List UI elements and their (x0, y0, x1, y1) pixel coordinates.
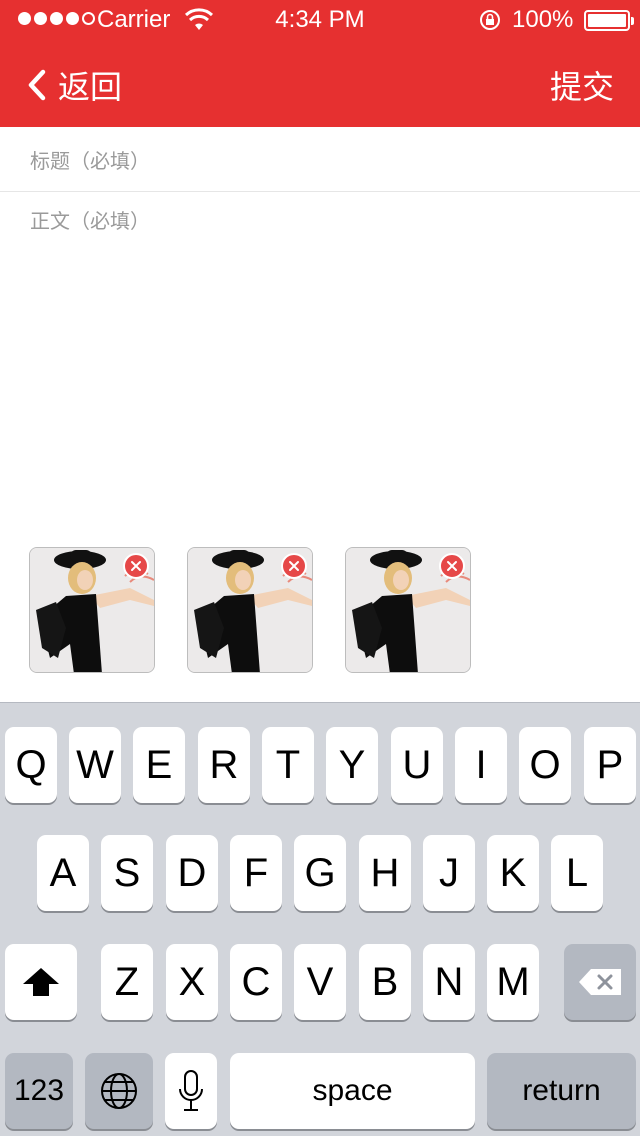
back-button[interactable]: 返回 (26, 62, 122, 108)
key-z[interactable]: Z (101, 944, 153, 1020)
status-bar: Carrier 4:34 PM 100% (0, 0, 640, 40)
microphone-icon (179, 1070, 203, 1111)
close-icon (447, 561, 457, 571)
key-e[interactable]: E (133, 727, 185, 803)
key-n[interactable]: N (423, 944, 475, 1020)
back-label: 返回 (58, 69, 123, 105)
key-j[interactable]: J (423, 835, 475, 911)
chevron-left-icon (28, 69, 46, 101)
attachment-thumbnail[interactable] (187, 547, 313, 673)
body-input[interactable] (30, 205, 610, 515)
title-field (0, 127, 640, 192)
key-x[interactable]: X (166, 944, 218, 1020)
key-h[interactable]: H (359, 835, 411, 911)
body-field (0, 193, 640, 533)
return-key[interactable]: return (487, 1053, 636, 1129)
close-icon (131, 561, 141, 571)
dictation-key[interactable] (165, 1053, 217, 1129)
battery-percentage: 100% (512, 6, 574, 33)
globe-key[interactable] (85, 1053, 153, 1129)
key-m[interactable]: M (487, 944, 539, 1020)
shift-icon (23, 968, 59, 996)
remove-attachment-button[interactable] (439, 553, 465, 579)
key-g[interactable]: G (294, 835, 346, 911)
shift-key[interactable] (5, 944, 77, 1020)
key-o[interactable]: O (519, 727, 571, 803)
title-input[interactable] (30, 145, 610, 177)
key-r[interactable]: R (198, 727, 250, 803)
key-y[interactable]: Y (326, 727, 378, 803)
key-u[interactable]: U (391, 727, 443, 803)
key-s[interactable]: S (101, 835, 153, 911)
submit-button[interactable]: 提交 (550, 62, 614, 108)
key-b[interactable]: B (359, 944, 411, 1020)
rotation-lock-icon (480, 10, 500, 30)
key-d[interactable]: D (166, 835, 218, 911)
key-p[interactable]: P (584, 727, 636, 803)
key-v[interactable]: V (294, 944, 346, 1020)
header: Carrier 4:34 PM 100% 返回 提交 (0, 0, 640, 127)
numbers-key[interactable]: 123 (5, 1053, 73, 1129)
remove-attachment-button[interactable] (123, 553, 149, 579)
backspace-key[interactable] (564, 944, 636, 1020)
key-l[interactable]: L (551, 835, 603, 911)
close-icon (289, 561, 299, 571)
attachment-thumbnail[interactable] (29, 547, 155, 673)
attachment-thumbnail[interactable] (345, 547, 471, 673)
key-q[interactable]: Q (5, 727, 57, 803)
remove-attachment-button[interactable] (281, 553, 307, 579)
key-f[interactable]: F (230, 835, 282, 911)
key-c[interactable]: C (230, 944, 282, 1020)
space-key[interactable]: space (230, 1053, 475, 1129)
nav-bar: 返回 提交 (0, 40, 640, 127)
key-a[interactable]: A (37, 835, 89, 911)
keyboard: Q W E R T Y U I O P A S D F G H J K L Z … (0, 702, 640, 1136)
key-w[interactable]: W (69, 727, 121, 803)
battery-icon (584, 10, 634, 31)
image-attachments (29, 547, 629, 673)
globe-icon (101, 1073, 137, 1109)
backspace-icon (579, 969, 621, 995)
key-t[interactable]: T (262, 727, 314, 803)
key-i[interactable]: I (455, 727, 507, 803)
key-k[interactable]: K (487, 835, 539, 911)
